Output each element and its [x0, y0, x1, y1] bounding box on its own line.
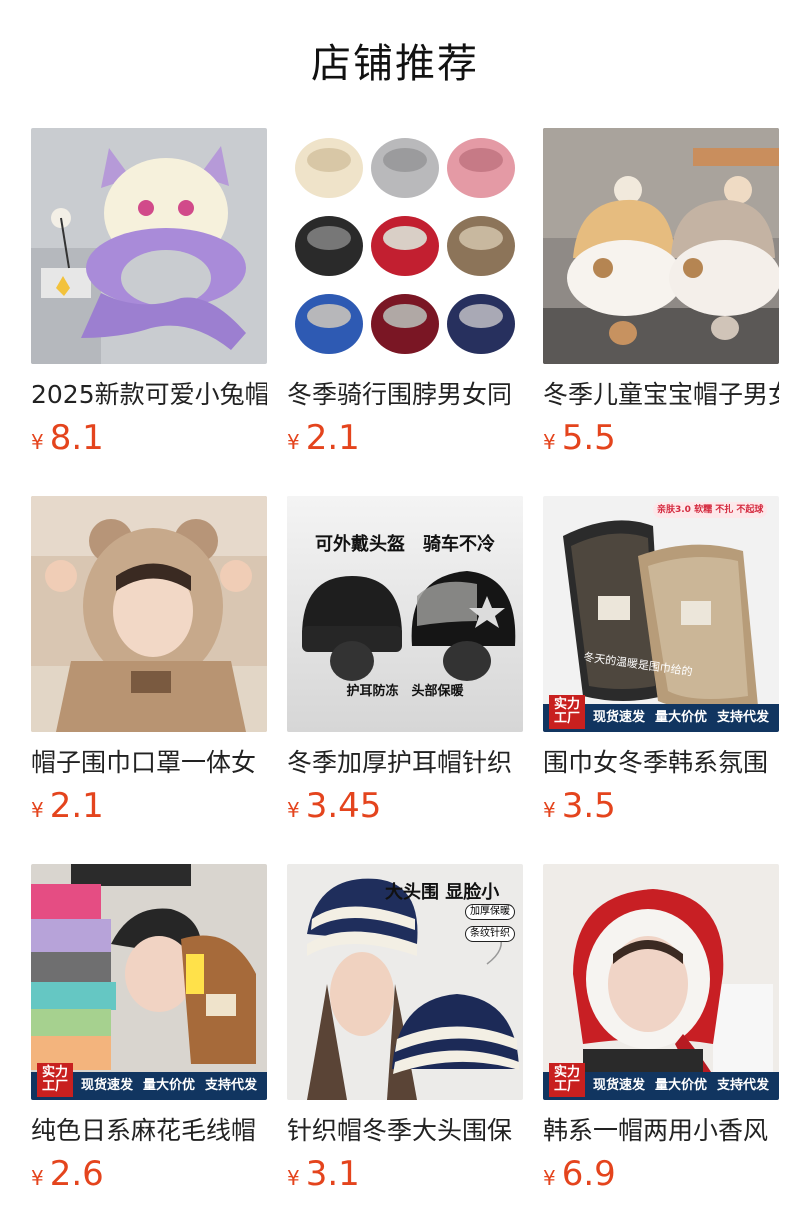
product-price: ¥2.1 — [31, 784, 104, 828]
product-card[interactable]: 实力工厂 现货速发 量大价优 支持代发 纯色日系麻花毛线帽 ¥2.6 — [31, 864, 267, 1204]
product-image[interactable] — [287, 128, 523, 364]
factory-tag: 实力工厂 — [37, 1063, 73, 1097]
product-price: ¥6.9 — [543, 1152, 616, 1196]
product-grid: 2025新款可爱小兔帽 ¥8.1 冬季骑行围脖男女同 ¥ 2.1 冬季儿童宝宝帽… — [0, 0, 790, 1232]
badge-item: 现货速发 — [80, 1078, 133, 1093]
product-name[interactable]: 围巾女冬季韩系氛围 — [543, 746, 779, 780]
product-card[interactable]: 大头围 显脸小 加厚保暖 条纹针织 针织帽冬季大头围保 ¥3.1 — [287, 864, 523, 1204]
currency-symbol: ¥ — [543, 1166, 556, 1190]
feature-tag: 加厚保暖 — [465, 904, 515, 920]
product-card[interactable]: 实力工厂 现货速发 量大价优 支持代发 韩系一帽两用小香风 ¥6.9 — [543, 864, 779, 1204]
product-name[interactable]: 冬季骑行围脖男女同 — [287, 378, 523, 412]
image-caption: 护耳防冻 头部保暖 — [346, 684, 464, 699]
currency-symbol: ¥ — [31, 798, 44, 822]
price-value: 2.1 — [305, 418, 360, 458]
price-value: 3.45 — [305, 786, 382, 826]
product-card[interactable]: 冬季骑行围脖男女同 ¥2.1 — [287, 128, 523, 468]
product-name[interactable]: 冬季儿童宝宝帽子男女 — [543, 378, 779, 412]
product-price: ¥3.45 — [287, 784, 381, 828]
product-price: ¥2.1 — [287, 416, 360, 460]
price-value: 2.6 — [49, 1154, 104, 1194]
product-image[interactable]: 实力工厂 现货速发 量大价优 支持代发 — [543, 864, 779, 1100]
price-value: 5.5 — [561, 418, 616, 458]
product-card[interactable]: 2025新款可爱小兔帽 ¥8.1 — [31, 128, 267, 468]
product-image[interactable] — [31, 128, 267, 364]
badge-item: 支持代发 — [204, 1078, 257, 1093]
product-image[interactable]: 大头围 显脸小 加厚保暖 条纹针织 — [287, 864, 523, 1100]
product-name[interactable]: 针织帽冬季大头围保 — [287, 1114, 523, 1148]
currency-symbol: ¥ — [287, 798, 300, 822]
badge-item: 量大价优 — [654, 1078, 707, 1093]
product-card[interactable]: 冬季儿童宝宝帽子男女 ¥5.5 — [543, 128, 779, 468]
badge-item: 支持代发 — [716, 710, 769, 725]
badge-item: 支持代发 — [716, 1078, 769, 1093]
image-headline: 大头围 显脸小 — [385, 882, 500, 903]
product-price: ¥3.5 — [543, 784, 616, 828]
price-value: 3.1 — [305, 1154, 360, 1194]
product-price: ¥5.5 — [543, 416, 616, 460]
product-card[interactable]: 帽子围巾口罩一体女 ¥2.1 — [31, 496, 267, 836]
product-card[interactable]: 亲肤3.0 软糯 不扎 不起球 冬天的温暖是围巾给的 实力工厂 现货速发 量大价… — [543, 496, 779, 836]
currency-symbol: ¥ — [31, 430, 44, 454]
price-value: 3.5 — [561, 786, 616, 826]
product-name[interactable]: 韩系一帽两用小香风 — [543, 1114, 779, 1148]
factory-badge-bar: 实力工厂 现货速发 量大价优 支持代发 — [543, 1063, 779, 1100]
product-price: ¥2.6 — [31, 1152, 104, 1196]
badge-item: 现货速发 — [592, 1078, 645, 1093]
image-caption: 可外戴头盔 骑车不冷 — [315, 534, 495, 555]
currency-symbol: ¥ — [31, 1166, 44, 1190]
price-value: 6.9 — [561, 1154, 616, 1194]
factory-badge-bar: 实力工厂 现货速发 量大价优 支持代发 — [31, 1063, 267, 1100]
product-name[interactable]: 纯色日系麻花毛线帽 — [31, 1114, 267, 1148]
factory-badge-bar: 实力工厂 现货速发 量大价优 支持代发 — [543, 695, 779, 732]
product-price: ¥8.1 — [31, 416, 104, 460]
product-name[interactable]: 2025新款可爱小兔帽 — [31, 378, 267, 412]
badge-item: 现货速发 — [592, 710, 645, 725]
currency-symbol: ¥ — [287, 1166, 300, 1190]
feature-tag: 亲肤3.0 软糯 不扎 不起球 — [653, 502, 768, 518]
price-value: 2.1 — [49, 786, 104, 826]
factory-tag: 实力工厂 — [549, 695, 585, 729]
factory-tag: 实力工厂 — [549, 1063, 585, 1097]
product-image[interactable]: 亲肤3.0 软糯 不扎 不起球 冬天的温暖是围巾给的 实力工厂 现货速发 量大价… — [543, 496, 779, 732]
badge-item: 量大价优 — [654, 710, 707, 725]
feature-tag: 条纹针织 — [465, 926, 515, 942]
product-price: ¥3.1 — [287, 1152, 360, 1196]
price-value: 8.1 — [49, 418, 104, 458]
badge-item: 量大价优 — [142, 1078, 195, 1093]
product-image[interactable] — [31, 496, 267, 732]
product-name[interactable]: 帽子围巾口罩一体女 — [31, 746, 267, 780]
product-card[interactable]: 可外戴头盔 骑车不冷 护耳防冻 头部保暖 冬季加厚护耳帽针织 ¥3.45 — [287, 496, 523, 836]
currency-symbol: ¥ — [543, 430, 556, 454]
currency-symbol: ¥ — [287, 430, 300, 454]
product-image[interactable]: 可外戴头盔 骑车不冷 护耳防冻 头部保暖 — [287, 496, 523, 732]
product-image[interactable]: 实力工厂 现货速发 量大价优 支持代发 — [31, 864, 267, 1100]
product-name[interactable]: 冬季加厚护耳帽针织 — [287, 746, 523, 780]
product-image[interactable] — [543, 128, 779, 364]
currency-symbol: ¥ — [543, 798, 556, 822]
